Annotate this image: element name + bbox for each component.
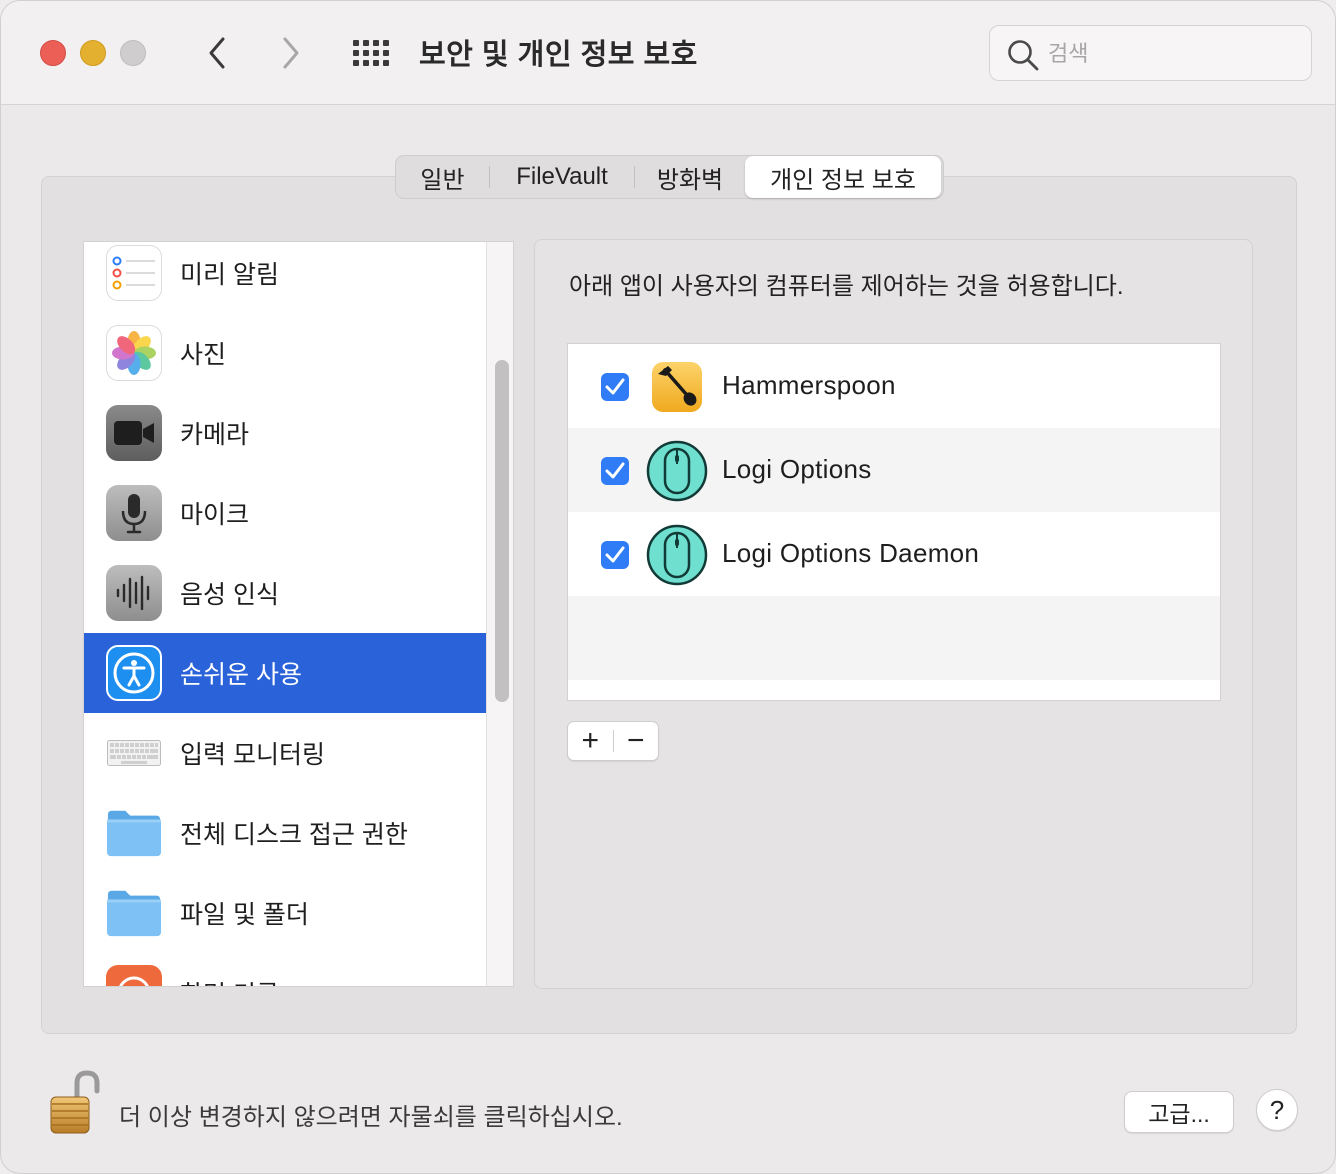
microphone-icon xyxy=(106,485,162,541)
hammerspoon-icon xyxy=(652,362,702,412)
app-checkbox[interactable] xyxy=(601,373,629,401)
empty-list-row xyxy=(568,596,1220,680)
app-name: Logi Options Daemon xyxy=(722,538,980,568)
checkmark-icon xyxy=(605,462,625,479)
permission-description: 아래 앱이 사용자의 컴퓨터를 제어하는 것을 허용합니다. xyxy=(569,273,1124,300)
chevron-left-icon xyxy=(209,37,225,69)
zoom-window-button[interactable] xyxy=(120,40,146,66)
app-name: Logi Options xyxy=(722,454,872,484)
list-item[interactable]: Logi Options xyxy=(568,428,1220,512)
sidebar-item-label: 카메라 xyxy=(180,421,250,449)
search-icon xyxy=(1008,40,1039,71)
forward-button[interactable] xyxy=(271,33,311,73)
sidebar-item-full-disk-access[interactable]: 전체 디스크 접근 권한 xyxy=(84,793,486,873)
reminders-icon xyxy=(106,245,162,301)
preferences-window: 보안 및 개인 정보 보호 일반 FileVault 방화벽 개인 정보 보호 xyxy=(0,0,1336,1174)
tab-bar: 일반 FileVault 방화벽 개인 정보 보호 xyxy=(395,155,944,199)
close-window-button[interactable] xyxy=(40,40,66,66)
sidebar-item-label: 손쉬운 사용 xyxy=(180,661,302,689)
sidebar-item-label: 입력 모니터링 xyxy=(180,741,325,769)
sidebar-item-input-monitoring[interactable]: 입력 모니터링 xyxy=(84,713,486,793)
folder-icon xyxy=(106,885,162,941)
show-all-grid-icon[interactable] xyxy=(351,37,391,69)
app-name: Hammerspoon xyxy=(722,370,896,400)
titlebar: 보안 및 개인 정보 보호 xyxy=(1,1,1335,105)
back-button[interactable] xyxy=(197,33,237,73)
tab-firewall[interactable]: 방화벽 xyxy=(635,156,745,198)
sidebar-item-label: 마이크 xyxy=(180,501,250,529)
accessibility-icon xyxy=(106,645,162,701)
padlock-icon[interactable] xyxy=(47,1069,103,1137)
lock-hint-text: 더 이상 변경하지 않으려면 자물쇠를 클릭하십시오. xyxy=(119,1104,623,1131)
add-app-button[interactable]: + xyxy=(568,722,613,760)
sidebar-item-label: 음성 인식 xyxy=(180,581,279,609)
sidebar-item-photos[interactable]: 사진 xyxy=(84,313,486,393)
privacy-category-list[interactable]: 미리 알림 사진 카메라 마이크 음성 인식 손쉬운 사용 입력 모니터링 전체… xyxy=(83,241,514,987)
logi-mouse-icon xyxy=(646,524,708,586)
window-title: 보안 및 개인 정보 보호 xyxy=(419,39,698,71)
remove-app-button[interactable]: − xyxy=(613,722,658,760)
screen-recording-icon xyxy=(106,965,162,986)
scrollbar-thumb[interactable] xyxy=(495,360,509,702)
sidebar-item-label: 화면 기록 xyxy=(180,975,279,986)
app-checkbox[interactable] xyxy=(601,457,629,485)
detail-pane: 아래 앱이 사용자의 컴퓨터를 제어하는 것을 허용합니다. Hammerspo… xyxy=(534,239,1253,989)
sidebar-item-files-and-folders[interactable]: 파일 및 폴더 xyxy=(84,873,486,953)
sidebar-item-label: 파일 및 폴더 xyxy=(180,901,309,929)
tab-general[interactable]: 일반 xyxy=(396,156,489,198)
advanced-button[interactable]: 고급... xyxy=(1124,1091,1234,1133)
sidebar-item-camera[interactable]: 카메라 xyxy=(84,393,486,473)
list-item[interactable]: Hammerspoon xyxy=(568,344,1220,428)
folder-icon xyxy=(106,805,162,861)
sidebar-item-microphone[interactable]: 마이크 xyxy=(84,473,486,553)
checkmark-icon xyxy=(605,378,625,395)
sidebar-item-screen-recording[interactable]: 화면 기록 xyxy=(84,953,486,986)
camera-icon xyxy=(106,405,162,461)
minimize-window-button[interactable] xyxy=(80,40,106,66)
help-button[interactable]: ? xyxy=(1256,1089,1298,1131)
sidebar-item-accessibility[interactable]: 손쉬운 사용 xyxy=(84,633,486,713)
photos-icon xyxy=(106,325,162,381)
add-remove-control: + − xyxy=(567,721,659,761)
app-checkbox[interactable] xyxy=(601,541,629,569)
sidebar-scrollbar[interactable] xyxy=(486,242,513,986)
allowed-apps-list[interactable]: Hammerspoon Logi Options Logi Options Da… xyxy=(567,343,1221,701)
speech-recognition-icon xyxy=(106,565,162,621)
sidebar-item-speech-recognition[interactable]: 음성 인식 xyxy=(84,553,486,633)
search-field[interactable] xyxy=(989,25,1312,81)
tab-filevault[interactable]: FileVault xyxy=(490,156,634,198)
sidebar-item-label: 미리 알림 xyxy=(180,261,279,289)
tab-privacy[interactable]: 개인 정보 보호 xyxy=(745,156,941,198)
search-input[interactable] xyxy=(1048,38,1298,70)
sidebar-item-label: 사진 xyxy=(180,341,227,369)
checkmark-icon xyxy=(605,546,625,563)
chevron-right-icon xyxy=(283,37,299,69)
sidebar-item-reminders[interactable]: 미리 알림 xyxy=(84,242,486,313)
list-item[interactable]: Logi Options Daemon xyxy=(568,512,1220,596)
keyboard-icon xyxy=(106,725,162,781)
logi-mouse-icon xyxy=(646,440,708,502)
sidebar-item-label: 전체 디스크 접근 권한 xyxy=(180,821,408,849)
